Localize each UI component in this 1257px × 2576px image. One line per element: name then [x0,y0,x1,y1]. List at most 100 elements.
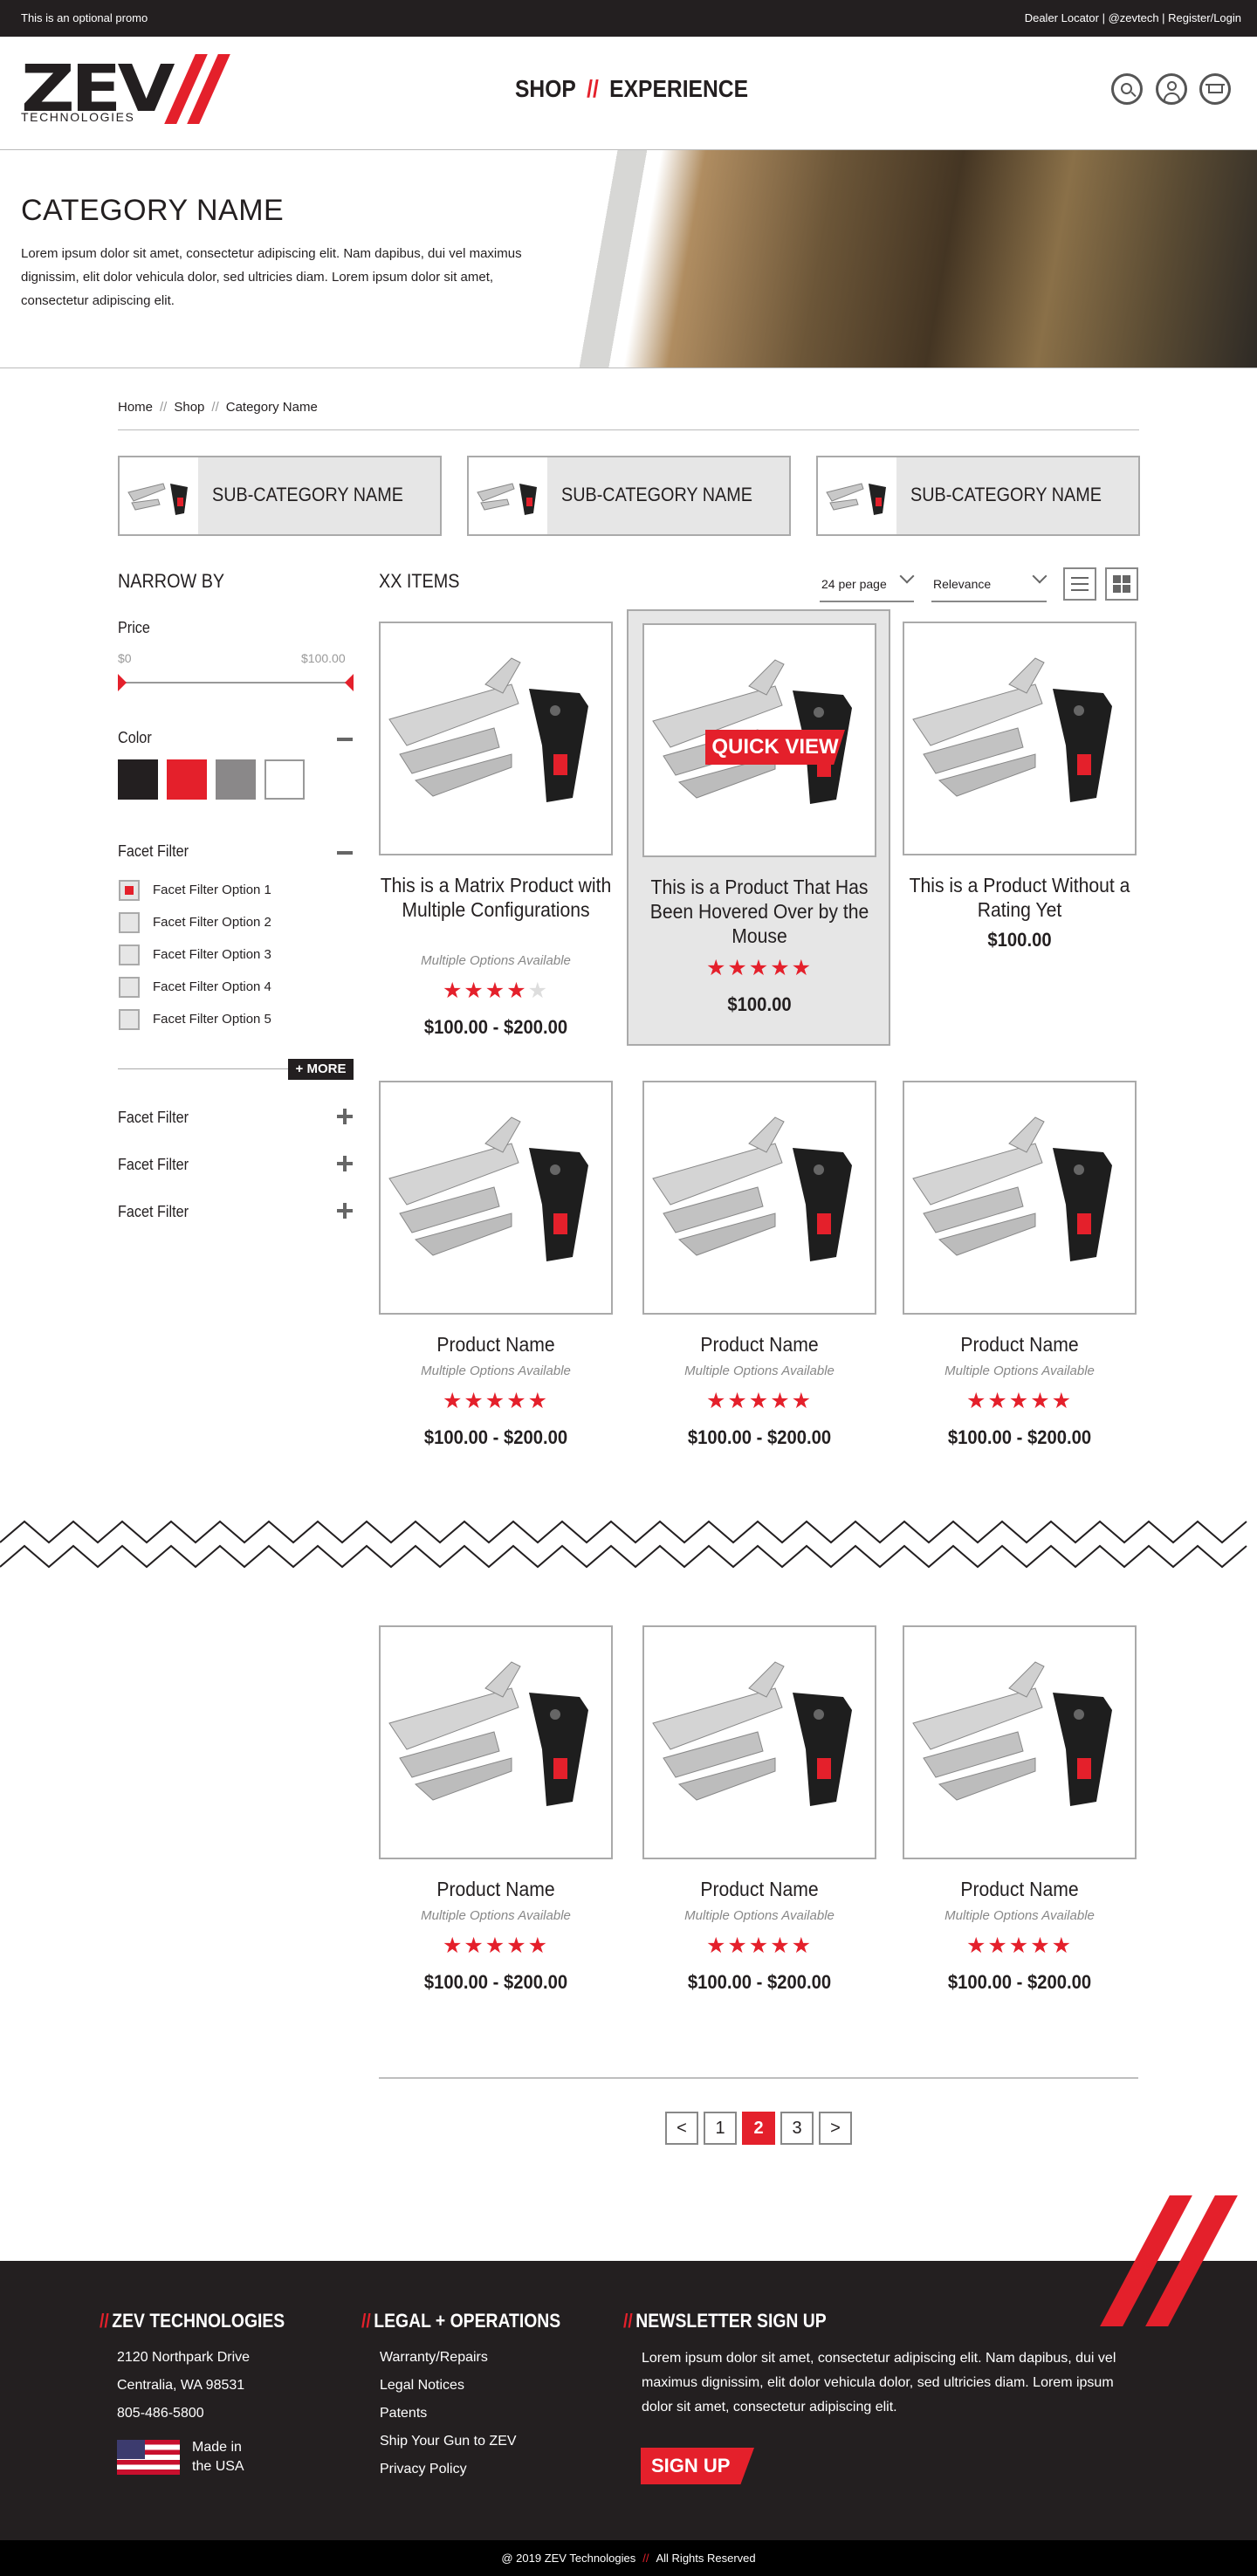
facet-checkbox[interactable] [119,977,140,998]
product-name[interactable]: Product Name [375,1877,616,1901]
pagination-page[interactable]: 3 [780,2112,814,2145]
product-name[interactable]: Product Name [899,1332,1140,1357]
subcategory-card[interactable]: SUB-CATEGORY NAME [467,456,791,536]
star-icon: ★ [506,1934,528,1958]
product-name[interactable]: Product Name [639,1332,880,1357]
search-icon[interactable] [1111,73,1144,105]
product-name[interactable]: Product Name [639,1877,880,1901]
color-swatch-gray[interactable] [216,759,256,800]
product-image[interactable] [903,1625,1137,1859]
pagination-page[interactable]: 1 [704,2112,737,2145]
rating-stars: ★★★★★ [628,1933,890,1959]
subcategory-card[interactable]: SUB-CATEGORY NAME [816,456,1140,536]
facet-checkbox[interactable] [119,1009,140,1030]
cart-icon[interactable] [1199,73,1231,105]
product-card[interactable]: Product Name Multiple Options Available ★★… [889,1613,1152,2050]
options-note: Multiple Options Available [421,1908,571,1923]
facet-option-label: Facet Filter Option 3 [153,947,271,962]
footer-slash: // [100,2310,109,2332]
star-icon: ★ [705,956,728,980]
chevron-down-icon [1032,568,1048,584]
subcategory-card[interactable]: SUB-CATEGORY NAME [118,456,442,536]
product-card[interactable]: Product Name Multiple Options Available ★★… [628,1613,892,2050]
subcategory-label: SUB-CATEGORY NAME [561,484,752,505]
product-image[interactable]: QUICK VIEW [642,623,876,857]
product-card[interactable]: QUICK VIEW This is a Product That Has Bee… [627,609,890,1046]
facet-checkbox[interactable] [119,912,140,933]
pagination-next[interactable]: > [819,2112,852,2145]
account-icon[interactable] [1155,73,1187,105]
facet-filter-collapsed[interactable]: Facet Filter [118,1203,189,1221]
options-note: Multiple Options Available [421,1364,571,1378]
product-name[interactable]: Product Name [375,1332,616,1357]
rating-stars: ★★★★★ [365,1388,627,1414]
address-line: Centralia, WA 98531 [117,2378,245,2393]
price-min-handle[interactable] [118,674,127,691]
star-icon: ★ [987,1934,1009,1958]
breadcrumb-current: Category Name [225,400,318,415]
zev-logo[interactable]: ZEV TECHNOLOGIES [21,54,230,133]
list-view-button[interactable] [1063,567,1096,601]
collapse-icon[interactable] [337,738,353,741]
footer-link[interactable]: Warranty/Repairs [380,2350,488,2366]
star-icon: ★ [705,1934,728,1958]
breadcrumb-shop[interactable]: Shop [174,400,204,415]
pagination-prev[interactable]: < [665,2112,698,2145]
facet-filter-collapsed[interactable]: Facet Filter [118,1156,189,1174]
chevron-down-icon [899,568,915,584]
phone[interactable]: 805-486-5800 [117,2406,204,2421]
product-card[interactable]: Product Name Multiple Options Available ★★… [365,1068,628,1505]
quick-view-button[interactable]: QUICK VIEW [705,730,845,765]
star-icon: ★ [965,1389,988,1413]
list-icon [1071,577,1089,591]
color-swatch-black[interactable] [118,759,158,800]
copyright-separator: // [642,2552,649,2565]
product-image[interactable] [379,1081,613,1315]
more-options-button[interactable]: + MORE [288,1059,354,1080]
color-swatch-white[interactable] [264,759,305,800]
product-card[interactable]: This is a Matrix Product with Multiple C… [365,609,628,1046]
expand-icon[interactable] [337,1156,353,1171]
facet-filter-collapsed[interactable]: Facet Filter [118,1109,189,1127]
footer-link[interactable]: Privacy Policy [380,2462,467,2477]
product-card[interactable]: Product Name Multiple Options Available ★★… [628,1068,892,1505]
product-image[interactable] [379,1625,613,1859]
star-icon: ★ [987,1389,1009,1413]
product-card[interactable]: Product Name Multiple Options Available ★★… [365,1613,628,2050]
signup-button[interactable]: SIGN UP [641,2448,754,2484]
product-name[interactable]: This is a Product That Has Been Hovered … [639,875,880,948]
nav-experience[interactable]: EXPERIENCE [609,75,748,102]
facet-checkbox[interactable] [119,945,140,965]
product-card[interactable]: Product Name Multiple Options Available ★★… [889,1068,1152,1505]
product-name[interactable]: This is a Product Without a Rating Yet [899,873,1140,922]
utility-links[interactable]: Dealer Locator | @zevtech | Register/Log… [1025,11,1241,24]
product-image[interactable] [379,622,613,855]
footer-link[interactable]: Ship Your Gun to ZEV [380,2434,517,2449]
breadcrumb-home[interactable]: Home [118,400,153,415]
product-image[interactable] [642,1081,876,1315]
hero-image [559,150,1257,368]
product-image[interactable] [642,1625,876,1859]
product-name[interactable]: This is a Matrix Product with Multiple C… [375,873,616,922]
product-card[interactable]: This is a Product Without a Rating Yet $1… [889,609,1152,1046]
pagination-page-current[interactable]: 2 [742,2112,775,2145]
star-icon: ★ [1051,1389,1074,1413]
nav-shop[interactable]: SHOP [515,75,576,102]
price-max-handle[interactable] [345,674,354,691]
product-image[interactable] [903,1081,1137,1315]
expand-icon[interactable] [337,1203,353,1219]
collapse-icon[interactable] [337,851,353,855]
expand-icon[interactable] [337,1109,353,1124]
footer-link[interactable]: Patents [380,2406,427,2421]
grid-icon [1113,575,1130,593]
product-image[interactable] [903,622,1137,855]
grid-view-button[interactable] [1105,567,1138,601]
per-page-select[interactable]: 24 per page [820,568,915,602]
sort-select[interactable]: Relevance [931,568,1048,602]
star-icon: ★ [484,979,507,1003]
facet-option-label: Facet Filter Option 5 [153,1012,271,1027]
facet-checkbox[interactable] [119,880,140,901]
footer-link[interactable]: Legal Notices [380,2378,464,2394]
product-name[interactable]: Product Name [899,1877,1140,1901]
color-swatch-red[interactable] [167,759,207,800]
